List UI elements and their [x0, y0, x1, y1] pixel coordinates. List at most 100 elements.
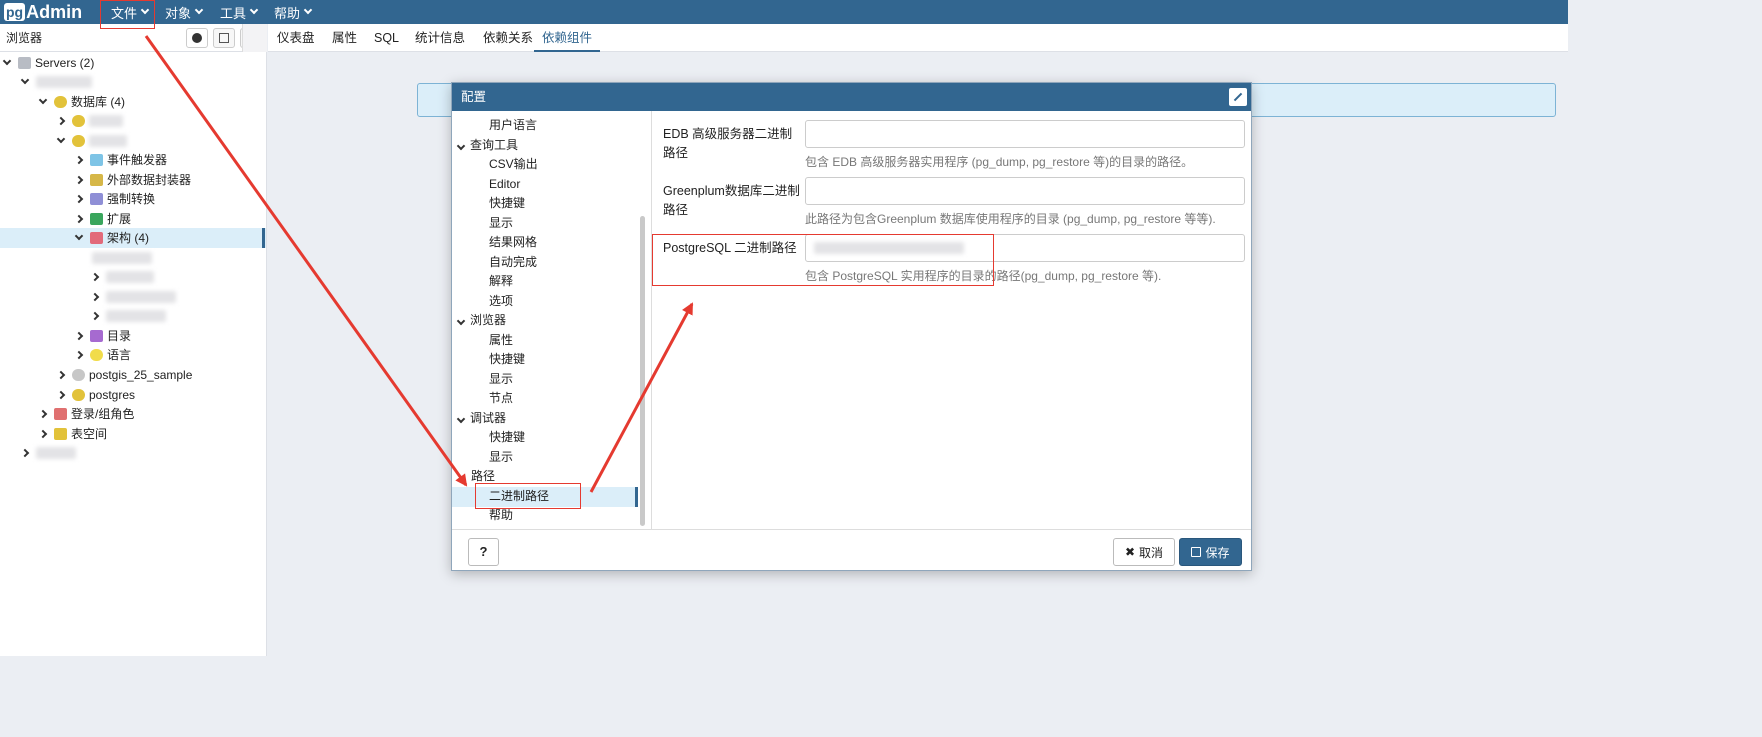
expand-icon[interactable]	[1229, 88, 1247, 106]
chevron-right-icon	[90, 272, 100, 281]
close-icon: ✖	[1124, 545, 1136, 559]
tree-event-triggers[interactable]: 事件触发器	[74, 150, 168, 170]
tree-label: 事件触发器	[107, 153, 168, 168]
tree-fdw[interactable]: 外部数据封装器	[74, 170, 191, 190]
tree-label: 语言	[107, 348, 132, 363]
chevron-down-icon	[456, 141, 466, 151]
tree-tablespaces[interactable]: 表空间	[38, 424, 107, 444]
dialog-header: 配置	[452, 83, 1251, 111]
tree-db-postgis[interactable]: postgis_25_sample	[56, 365, 193, 385]
nav-selection-marker	[635, 487, 638, 507]
chevron-right-icon	[38, 429, 48, 438]
query-tool-button[interactable]	[186, 28, 208, 48]
menu-tools[interactable]: 工具	[220, 0, 259, 24]
nav-browser[interactable]: 浏览器	[456, 311, 507, 331]
chevron-right-icon	[56, 116, 66, 125]
main-tabs: 仪表盘 属性 SQL 统计信息 依赖关系 依赖组件	[242, 24, 1568, 52]
tab-sql[interactable]: SQL	[374, 24, 399, 52]
database-icon	[72, 388, 85, 401]
tree-db-1[interactable]	[56, 111, 123, 131]
chevron-down-icon	[194, 5, 204, 15]
tree-label: postgis_25_sample	[89, 367, 193, 382]
tablespace-icon	[54, 427, 67, 440]
logo-pg: pg	[4, 3, 26, 21]
view-data-button[interactable]	[213, 28, 235, 48]
tab-dependents[interactable]: 依赖组件	[534, 24, 601, 52]
menu-object[interactable]: 对象	[165, 0, 204, 24]
tree-login-roles[interactable]: 登录/组角色	[38, 404, 134, 424]
nav-debugger-shortcuts[interactable]: 快捷键	[489, 428, 525, 448]
tree-casts[interactable]: 强制转换	[74, 189, 155, 209]
extension-icon	[90, 212, 103, 225]
nav-autocomplete[interactable]: 自动完成	[489, 253, 537, 273]
greenplum-path-input[interactable]	[805, 177, 1245, 205]
database-icon	[54, 95, 67, 108]
tree-label: 扩展	[107, 212, 132, 227]
tree-extensions[interactable]: 扩展	[74, 209, 132, 229]
event-trigger-icon	[90, 153, 103, 166]
redacted-db-name	[89, 114, 123, 127]
browser-panel: 浏览器 Servers (2) 数据库 (4) 事件触发器 外部数据封装器 强制…	[0, 24, 267, 656]
greenplum-path-label: Greenplum数据库二进制路径	[663, 184, 800, 217]
nav-explain[interactable]: 解释	[489, 272, 513, 292]
nav-editor[interactable]: Editor	[489, 175, 520, 195]
tree-schema-4[interactable]	[90, 306, 166, 326]
nav-debugger-display[interactable]: 显示	[489, 448, 513, 468]
annotation-box-file-menu	[100, 0, 155, 29]
foreign-data-wrapper-icon	[90, 173, 103, 186]
tab-dependencies[interactable]: 依赖关系	[483, 24, 533, 52]
tab-properties[interactable]: 属性	[332, 24, 357, 52]
tree-schema-2[interactable]	[90, 267, 154, 287]
nav-browser-properties[interactable]: 属性	[489, 331, 513, 351]
nav-results-grid[interactable]: 结果网格	[489, 233, 537, 253]
nav-csv-output[interactable]: CSV输出	[489, 155, 538, 175]
nav-query-tool[interactable]: 查询工具	[456, 136, 519, 156]
redacted-schema	[106, 309, 166, 322]
nav-scrollbar[interactable]	[640, 216, 645, 526]
edb-path-input[interactable]	[805, 120, 1245, 148]
nav-options[interactable]: 选项	[489, 292, 513, 312]
nav-browser-display[interactable]: 显示	[489, 370, 513, 390]
save-icon	[1191, 547, 1202, 557]
tree-db-postgres[interactable]: postgres	[56, 385, 136, 405]
table-icon	[219, 33, 229, 43]
tab-statistics[interactable]: 统计信息	[415, 24, 465, 52]
nav-browser-shortcuts[interactable]: 快捷键	[489, 350, 525, 370]
chevron-right-icon	[56, 390, 66, 399]
nav-label: 调试器	[470, 411, 507, 425]
menu-help[interactable]: 帮助	[274, 0, 313, 24]
save-button[interactable]: 保存	[1179, 538, 1242, 566]
tree-server-2[interactable]	[20, 443, 76, 463]
tree-schema-3[interactable]	[90, 287, 176, 307]
tree-server[interactable]	[20, 72, 92, 92]
roles-icon	[54, 407, 67, 420]
tree-label: postgres	[89, 387, 136, 402]
cancel-button[interactable]: ✖ 取消	[1113, 538, 1175, 566]
tree-languages[interactable]: 语言	[74, 345, 132, 365]
nav-qt-shortcuts[interactable]: 快捷键	[489, 194, 525, 214]
nav-label: 浏览器	[470, 313, 507, 327]
nav-browser-nodes[interactable]: 节点	[489, 389, 513, 409]
edb-path-label: EDB 高级服务器二进制路径	[663, 127, 793, 160]
nav-user-language[interactable]: 用户语言	[489, 116, 537, 136]
menu-help-label: 帮助	[274, 5, 301, 21]
chevron-down-icon	[249, 5, 259, 15]
nav-debugger[interactable]: 调试器	[456, 409, 507, 429]
tree-databases[interactable]: 数据库 (4)	[38, 92, 125, 112]
language-icon	[90, 348, 103, 361]
tree-servers[interactable]: Servers (2)	[2, 53, 94, 73]
servers-icon	[18, 56, 31, 69]
logo-admin: Admin	[26, 1, 83, 22]
nav-qt-display[interactable]: 显示	[489, 214, 513, 234]
tree-catalogs[interactable]: 目录	[74, 326, 131, 346]
schema-icon	[90, 231, 103, 244]
tree-db-2[interactable]	[56, 131, 127, 151]
tree-schema-1[interactable]	[92, 248, 152, 268]
menu-tools-label: 工具	[220, 5, 247, 21]
redacted-server-name	[36, 446, 76, 459]
nav-label: 查询工具	[470, 138, 519, 152]
help-button[interactable]: ?	[468, 538, 499, 566]
tab-dashboard[interactable]: 仪表盘	[277, 24, 315, 52]
chevron-down-icon	[303, 5, 313, 15]
tree-schemas[interactable]: 架构 (4)	[0, 228, 266, 248]
